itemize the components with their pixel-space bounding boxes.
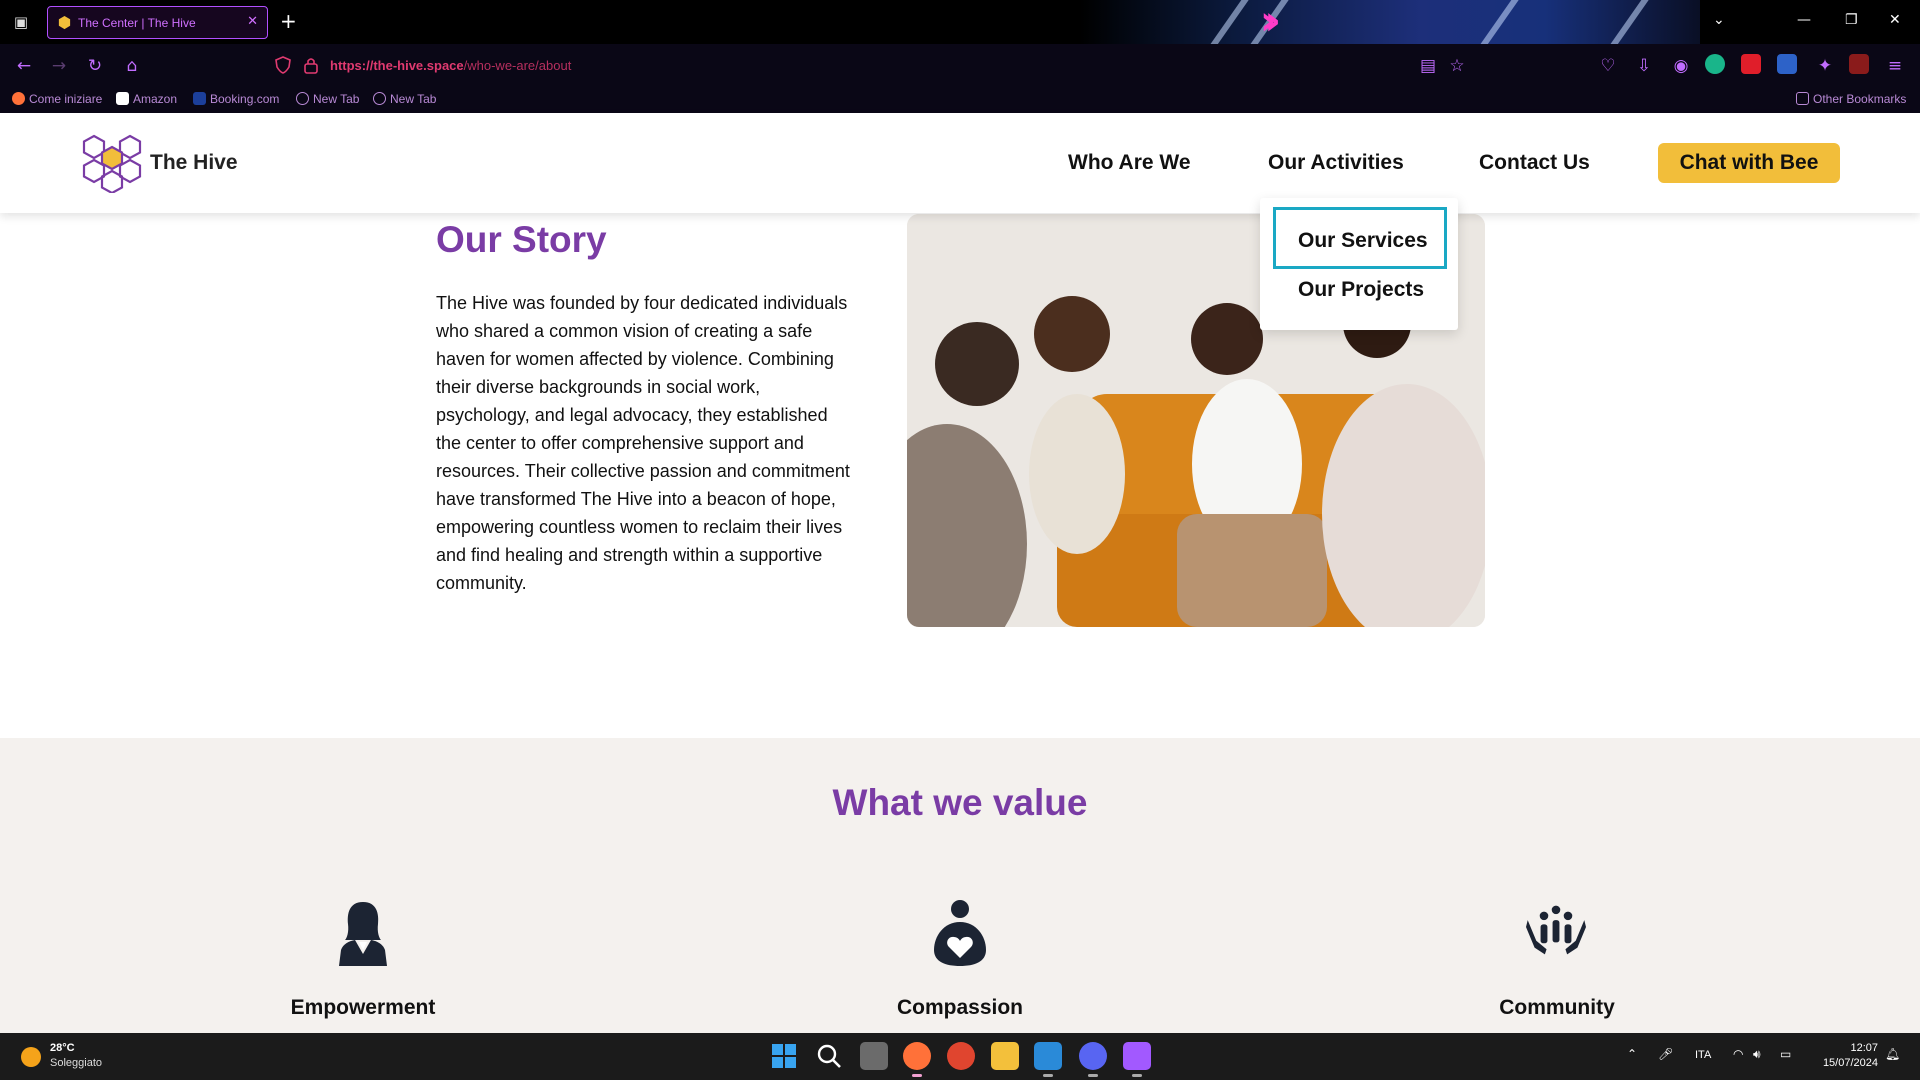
site-header: The Hive Who Are We Our Activities Conta… — [0, 113, 1920, 213]
extension-translate-icon[interactable] — [1777, 54, 1797, 74]
bookmark-booking[interactable]: Booking.com — [193, 92, 279, 106]
reader-view-icon[interactable]: ▤ — [1416, 54, 1440, 78]
clock[interactable]: 12:07 15/07/2024 — [1808, 1041, 1878, 1071]
extension-ublock-icon[interactable] — [1849, 54, 1869, 74]
search-icon[interactable] — [815, 1042, 843, 1070]
vscode-open-indicator — [1043, 1074, 1053, 1077]
back-icon[interactable]: ← — [12, 54, 36, 78]
browser-tab-bar: ›› ▣ The Center | The Hive ✕ + ⌄ — ❐ ✕ — [0, 0, 1920, 44]
bookmark-new-tab-1[interactable]: New Tab — [296, 92, 359, 106]
clock-date: 15/07/2024 — [1822, 1057, 1878, 1069]
chrome-icon[interactable] — [947, 1042, 975, 1070]
figma-open-indicator — [1132, 1074, 1142, 1077]
value-label-empowerment: Empowerment — [290, 996, 436, 1019]
firefox-icon[interactable] — [903, 1042, 931, 1070]
hive-logo-icon[interactable] — [80, 133, 144, 193]
extension-lastpass-icon[interactable] — [1741, 54, 1761, 74]
file-explorer-icon[interactable] — [991, 1042, 1019, 1070]
person-heart-icon — [934, 900, 986, 966]
browser-theme-art: ›› — [1080, 0, 1700, 44]
bookmark-come-iniziare[interactable]: Come iniziare — [12, 92, 102, 106]
dropdown-our-projects[interactable]: Our Projects — [1298, 278, 1424, 302]
story-title: Our Story — [436, 219, 607, 260]
firefox-active-indicator — [912, 1074, 922, 1077]
pocket-icon[interactable]: ♡ — [1596, 54, 1620, 78]
other-bookmarks[interactable]: Other Bookmarks — [1796, 92, 1906, 106]
nav-contact-us[interactable]: Contact Us — [1479, 151, 1590, 175]
battery-icon[interactable]: ▭ — [1780, 1047, 1791, 1061]
tracking-shield-icon[interactable] — [274, 56, 292, 74]
woman-professional-icon — [339, 902, 387, 966]
downloads-icon[interactable]: ⇩ — [1632, 54, 1656, 78]
group-hands-icon — [1526, 905, 1586, 955]
bookmark-amazon[interactable]: Amazon — [116, 92, 177, 106]
chat-with-bee-button[interactable]: Chat with Bee — [1658, 143, 1840, 183]
clock-time: 12:07 — [1850, 1042, 1878, 1054]
volume-icon[interactable]: 🔊︎ — [1753, 1047, 1761, 1062]
discord-open-indicator — [1088, 1074, 1098, 1077]
extension-grammarly-icon[interactable] — [1705, 54, 1725, 74]
tab-title: The Center | The Hive — [78, 16, 196, 30]
notifications-icon[interactable]: 🔔︎ — [1885, 1047, 1900, 1061]
close-window-icon[interactable]: ✕ — [1889, 12, 1901, 28]
windows-start-icon[interactable] — [770, 1042, 798, 1070]
app-menu-icon[interactable]: ≡ — [1883, 54, 1907, 78]
browser-tab-active[interactable]: The Center | The Hive ✕ — [47, 6, 268, 39]
dropdown-our-services[interactable]: Our Services — [1273, 207, 1447, 269]
story-text: The Hive was founded by four dedicated i… — [436, 293, 850, 593]
activities-dropdown: Our Services Our Projects — [1260, 198, 1458, 330]
tab-list-icon[interactable]: ▣ — [10, 11, 32, 33]
wifi-icon[interactable]: ◠ — [1733, 1047, 1743, 1061]
bookmark-new-tab-2[interactable]: New Tab — [373, 92, 436, 106]
tray-overflow-icon[interactable]: ⌃ — [1627, 1047, 1637, 1061]
url-text[interactable]: https://the-hive.space/who-we-are/about — [330, 58, 571, 73]
extensions-icon[interactable]: ✦ — [1813, 54, 1837, 78]
discord-icon[interactable] — [1079, 1042, 1107, 1070]
task-view-icon[interactable] — [860, 1042, 888, 1070]
bookmarks-toolbar: Come iniziare Amazon Booking.com New Tab… — [0, 87, 1920, 113]
windows-taskbar: 28°C Soleggiato ⌃ 🎤︎ ITA ◠ 🔊︎ ▭ 12:07 15… — [0, 1033, 1920, 1080]
weather-description[interactable]: Soleggiato — [50, 1057, 102, 1069]
list-all-tabs-icon[interactable]: ⌄ — [1713, 12, 1725, 28]
bookmark-star-icon[interactable]: ☆ — [1445, 54, 1469, 78]
nav-our-activities[interactable]: Our Activities — [1268, 151, 1404, 175]
brand-name[interactable]: The Hive — [150, 151, 238, 175]
forward-icon[interactable]: → — [47, 54, 71, 78]
lock-icon[interactable] — [302, 56, 320, 74]
account-icon[interactable]: ◉ — [1669, 54, 1693, 78]
browser-nav-bar: ← → ↻ ⌂ https://the-hive.space/who-we-ar… — [0, 44, 1920, 87]
language-indicator[interactable]: ITA — [1695, 1049, 1711, 1061]
weather-sun-icon[interactable] — [21, 1047, 41, 1067]
tab-close-icon[interactable]: ✕ — [247, 14, 258, 29]
weather-temperature[interactable]: 28°C — [50, 1042, 75, 1054]
url-bar[interactable]: https://the-hive.space/who-we-are/about — [268, 49, 1478, 82]
hive-favicon-icon — [58, 15, 71, 30]
value-label-community: Community — [1499, 996, 1615, 1019]
home-icon[interactable]: ⌂ — [120, 54, 144, 78]
microphone-icon[interactable]: 🎤︎ — [1658, 1047, 1673, 1061]
reload-icon[interactable]: ↻ — [83, 54, 107, 78]
vscode-icon[interactable] — [1034, 1042, 1062, 1070]
figma-icon[interactable] — [1123, 1042, 1151, 1070]
values-section: What we value Empowerment Compassion Com… — [0, 738, 1920, 1033]
new-tab-icon[interactable]: + — [280, 9, 297, 33]
nav-who-are-we[interactable]: Who Are We — [1068, 151, 1191, 175]
minimize-icon[interactable]: — — [1797, 12, 1811, 28]
restore-icon[interactable]: ❐ — [1845, 12, 1858, 28]
values-title: What we value — [832, 782, 1088, 823]
value-label-compassion: Compassion — [896, 996, 1024, 1019]
